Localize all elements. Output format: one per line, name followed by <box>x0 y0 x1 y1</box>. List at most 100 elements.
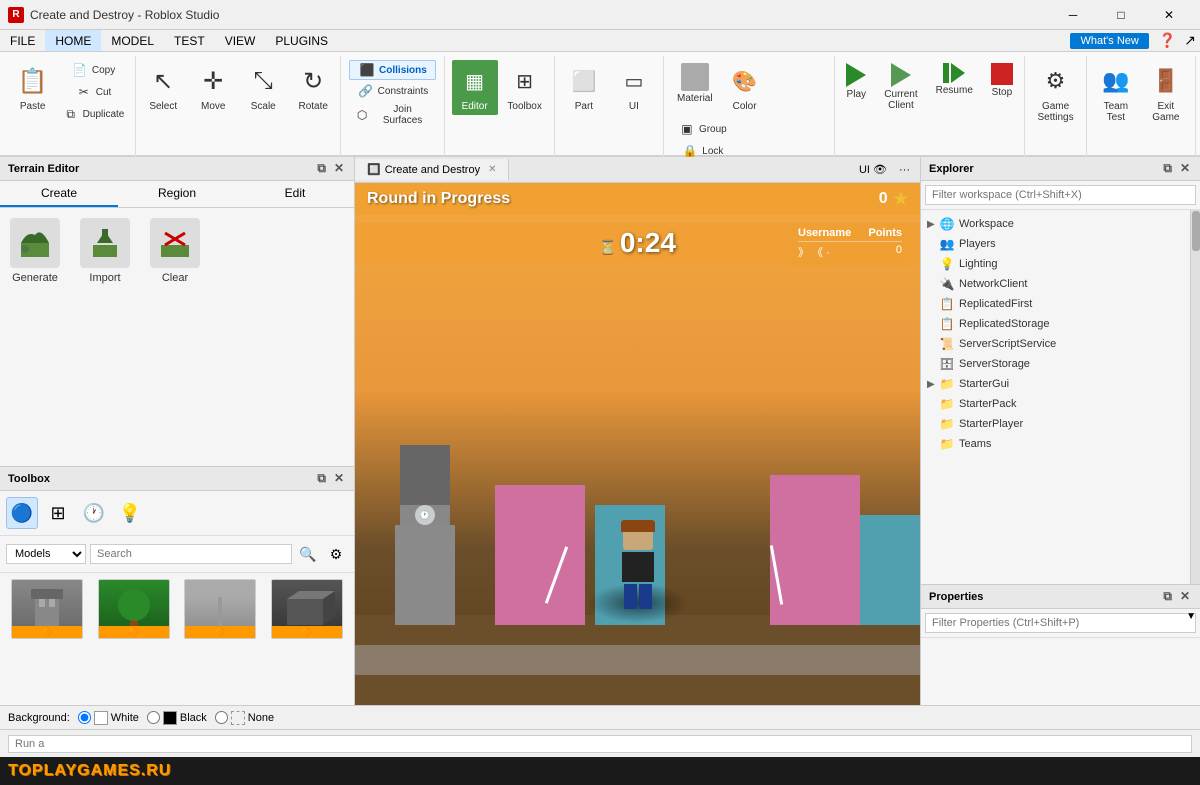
viewport-tab-create-and-destroy[interactable]: 🔲 Create and Destroy ✕ <box>355 159 509 180</box>
menu-test[interactable]: TEST <box>164 30 215 51</box>
ground <box>355 615 920 705</box>
toolbox-models-icon[interactable]: 🔵 <box>6 497 38 529</box>
bg-none-radio[interactable] <box>215 711 228 724</box>
menu-plugins[interactable]: PLUGINS <box>265 30 338 51</box>
terrain-tab-region[interactable]: Region <box>118 181 236 207</box>
team-button[interactable]: 👥 TeamTest <box>1093 60 1139 126</box>
list-item[interactable]: 🔶 <box>93 579 176 699</box>
part-button[interactable]: ⬜ Part <box>561 60 607 115</box>
toolbox-history-icon[interactable]: 🕐 <box>78 497 110 529</box>
explorer-scrollbar[interactable] <box>1190 210 1200 584</box>
tree-item-players[interactable]: 👥 Players <box>921 234 1190 254</box>
cut-button[interactable]: ✂ Cut <box>58 82 130 102</box>
help-button[interactable]: ❓ <box>1155 32 1180 49</box>
bg-black-radio[interactable] <box>147 711 160 724</box>
editor-button[interactable]: ▦ Editor <box>452 60 498 115</box>
terrain-tab-create[interactable]: Create <box>0 181 118 207</box>
toolbox-item-thumb: 🔶 <box>98 579 170 639</box>
properties-float-button[interactable]: ⧉ <box>1161 589 1174 604</box>
viewport-more-button[interactable]: ··· <box>895 163 914 177</box>
bg-none-option[interactable]: None <box>215 711 274 725</box>
menu-home[interactable]: HOME <box>45 30 101 51</box>
game-settings-button[interactable]: ⚙ GameSettings <box>1032 60 1078 126</box>
toolbox-title: Toolbox <box>8 473 50 485</box>
share-button[interactable]: ↗ <box>1180 32 1200 49</box>
bg-white-option[interactable]: White <box>78 711 139 725</box>
tree-item-starterpack[interactable]: 📁 StarterPack <box>921 394 1190 414</box>
ui-button[interactable]: ▭ UI <box>611 60 657 115</box>
copy-button[interactable]: 📄 Copy <box>58 60 130 80</box>
rotate-button[interactable]: ↻ Rotate <box>290 60 336 115</box>
list-item[interactable]: 🔶 <box>266 579 349 699</box>
material-button[interactable]: Material <box>672 60 718 107</box>
tree-item-serverscriptservice[interactable]: 📜 ServerScriptService <box>921 334 1190 354</box>
duplicate-button[interactable]: ⧉ Duplicate <box>58 104 130 124</box>
explorer-filter-input[interactable] <box>925 185 1196 205</box>
menu-model[interactable]: MODEL <box>101 30 164 51</box>
terrain-tab-edit[interactable]: Edit <box>236 181 354 207</box>
constraints-button[interactable]: 🔗 Constraints <box>349 81 436 101</box>
properties-close-button[interactable]: ✕ <box>1178 589 1192 604</box>
tree-item-starterplayer[interactable]: 📁 StarterPlayer <box>921 414 1190 434</box>
color-button[interactable]: 🎨 Color <box>722 60 768 115</box>
whats-new-button[interactable]: What's New <box>1070 33 1148 49</box>
toolbox-search-input[interactable] <box>90 544 292 564</box>
tree-item-startergui[interactable]: ▶ 📁 StarterGui <box>921 374 1190 394</box>
explorer-scrollbar-thumb[interactable] <box>1192 211 1200 251</box>
viewport-ui-toggle[interactable]: UI 👁 <box>855 162 891 177</box>
import-button[interactable]: Import <box>80 218 130 284</box>
bg-white-radio[interactable] <box>78 711 91 724</box>
maximize-button[interactable]: □ <box>1098 4 1144 26</box>
menu-view[interactable]: VIEW <box>215 30 266 51</box>
play-button[interactable]: Play <box>839 60 873 103</box>
exit-game-button[interactable]: 🚪 ExitGame <box>1143 60 1189 126</box>
tree-item-lighting[interactable]: 💡 Lighting <box>921 254 1190 274</box>
stop-button[interactable]: Stop <box>984 60 1020 101</box>
toolbox-filter-button[interactable]: ⚙ <box>324 542 348 566</box>
terrain-editor-float-button[interactable]: ⧉ <box>315 161 328 176</box>
tree-item-networkclient[interactable]: 🔌 NetworkClient <box>921 274 1190 294</box>
current-client-button[interactable]: CurrentClient <box>877 60 924 114</box>
tree-item-serverstorage[interactable]: 🗄 ServerStorage <box>921 354 1190 374</box>
group-button[interactable]: ▣ Group <box>672 119 734 139</box>
list-item[interactable]: 🔶 <box>6 579 89 699</box>
explorer-float-button[interactable]: ⧉ <box>1161 161 1174 176</box>
tree-item-workspace[interactable]: ▶ 🌐 Workspace <box>921 214 1190 234</box>
toolbox-images-icon[interactable]: ⊞ <box>42 497 74 529</box>
clear-button[interactable]: Clear <box>150 218 200 284</box>
generate-button[interactable]: Generate <box>10 218 60 284</box>
join-surfaces-button[interactable]: ⬡ Join Surfaces <box>349 102 436 128</box>
select-button[interactable]: ↖ Select <box>140 60 186 115</box>
explorer-close-button[interactable]: ✕ <box>1178 161 1192 176</box>
toolbox-search-button[interactable]: 🔍 <box>296 542 320 566</box>
toolbox-float-button[interactable]: ⧉ <box>315 471 328 486</box>
toolbox-inventory-icon[interactable]: 💡 <box>114 497 146 529</box>
minimize-button[interactable]: ─ <box>1050 4 1096 26</box>
viewport[interactable]: Round in Progress 0 ★ ⏳ 0:24 Username Po… <box>355 183 920 705</box>
explorer-controls: ⧉ ✕ <box>1161 161 1192 176</box>
terrain-editor-close-button[interactable]: ✕ <box>332 161 346 176</box>
menu-file[interactable]: FILE <box>0 30 45 51</box>
toolbox-close-button[interactable]: ✕ <box>332 471 346 486</box>
resume-button[interactable]: Resume <box>929 60 980 99</box>
properties-filter-input[interactable] <box>925 613 1196 633</box>
ui-icon: ▭ <box>616 63 652 99</box>
collisions-button[interactable]: ⬛ Collisions <box>349 60 436 80</box>
toolbox-ribbon-button[interactable]: ⊞ Toolbox <box>502 60 548 115</box>
tree-item-replicatedfirst[interactable]: 📋 ReplicatedFirst <box>921 294 1190 314</box>
list-item[interactable]: 🔶 <box>179 579 262 699</box>
move-button[interactable]: ✛ Move <box>190 60 236 115</box>
close-button[interactable]: ✕ <box>1146 4 1192 26</box>
paste-button[interactable]: 📋 Paste <box>10 60 56 115</box>
startergui-label: StarterGui <box>959 378 1009 390</box>
viewport-tab-close[interactable]: ✕ <box>488 164 496 175</box>
scale-button[interactable]: ⤡ Scale <box>240 60 286 115</box>
bg-black-option[interactable]: Black <box>147 711 207 725</box>
command-input[interactable] <box>8 735 1192 753</box>
properties-dropdown[interactable]: ▼ <box>1186 611 1196 622</box>
tree-item-replicatedstorage[interactable]: 📋 ReplicatedStorage <box>921 314 1190 334</box>
toolbox-category-icons: 🔵 ⊞ 🕐 💡 <box>0 491 354 536</box>
stop-icon <box>991 63 1013 85</box>
toolbox-category-select[interactable]: Models Images <box>6 544 86 564</box>
tree-item-teams[interactable]: 📁 Teams <box>921 434 1190 454</box>
